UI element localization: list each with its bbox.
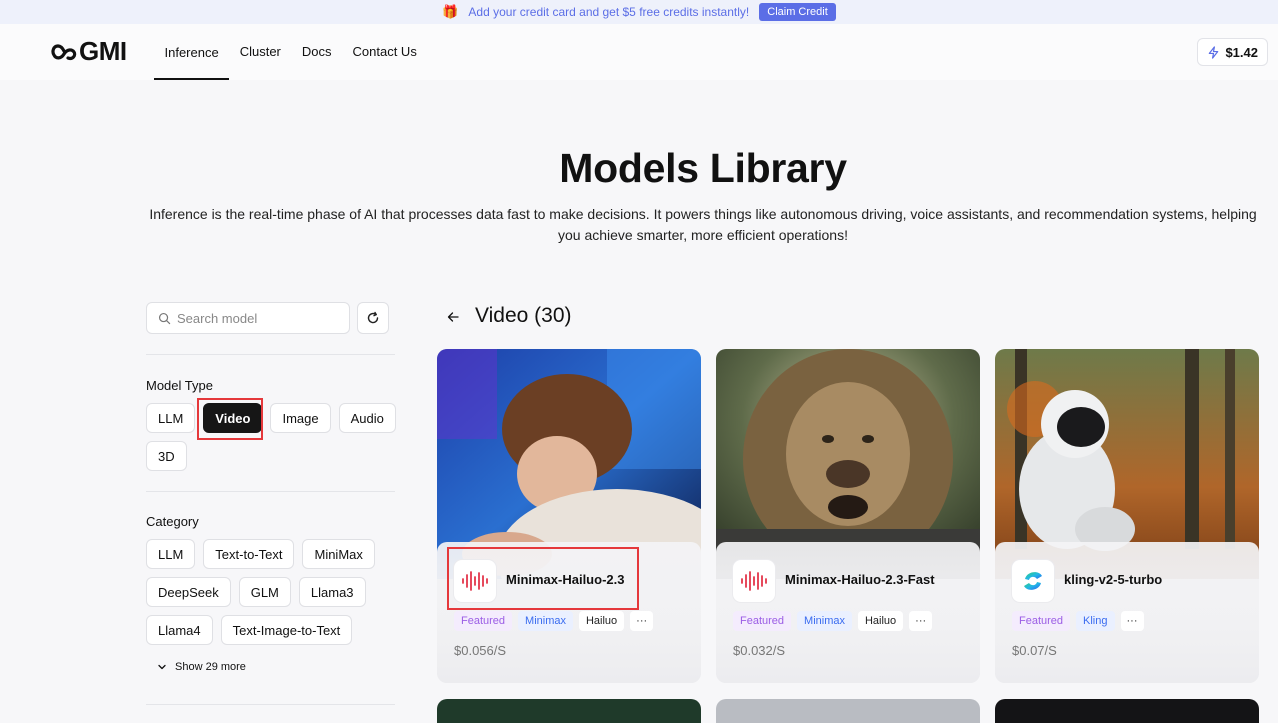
- model-type-label: Model Type: [146, 378, 213, 393]
- model-card[interactable]: Minimax-Hailuo-2.3 Featured Minimax Hail…: [437, 349, 701, 683]
- tag-featured: Featured: [733, 611, 792, 631]
- top-header: GMI Inference Cluster Docs Contact Us $1…: [0, 24, 1278, 80]
- category-deepseek[interactable]: DeepSeek: [146, 577, 231, 607]
- model-card[interactable]: Minimax-Hailuo-2.3-Fast Featured Minimax…: [716, 349, 980, 683]
- category-llama4[interactable]: Llama4: [146, 615, 213, 645]
- model-name: Minimax-Hailuo-2.3-Fast: [785, 572, 935, 587]
- credits-balance-button[interactable]: $1.42: [1197, 38, 1268, 66]
- promo-text: Add your credit card and get $5 free cre…: [468, 5, 750, 19]
- nav-docs[interactable]: Docs: [291, 24, 342, 79]
- page-title: Models Library: [559, 145, 847, 191]
- tag-brand: Minimax: [797, 611, 852, 631]
- model-price: $0.032/S: [733, 643, 786, 658]
- category-label: Category: [146, 514, 199, 529]
- promo-banner: 🎁 Add your credit card and get $5 free c…: [0, 0, 1278, 24]
- search-placeholder: Search model: [177, 310, 258, 326]
- nav-contact-us[interactable]: Contact Us: [342, 24, 427, 79]
- category-chips: LLM Text-to-Text MiniMax DeepSeek GLM Ll…: [146, 539, 398, 645]
- model-type-3d[interactable]: 3D: [146, 441, 187, 471]
- search-icon: [158, 312, 171, 324]
- model-card-partial[interactable]: [995, 699, 1259, 723]
- model-card-info: Minimax-Hailuo-2.3-Fast Featured Minimax…: [716, 542, 980, 683]
- sidebar-divider: [146, 354, 395, 355]
- tag-featured: Featured: [1012, 611, 1071, 631]
- logo-text: GMI: [79, 36, 127, 66]
- category-llama3[interactable]: Llama3: [298, 577, 366, 607]
- gmi-logo-icon: [51, 44, 77, 61]
- model-type-audio[interactable]: Audio: [338, 403, 396, 433]
- model-card-partial[interactable]: [716, 699, 980, 723]
- kling-logo-icon: [1012, 560, 1054, 602]
- more-tags-button[interactable]: ···: [909, 611, 933, 631]
- model-price: $0.056/S: [454, 643, 507, 658]
- model-tags: Featured Minimax Hailuo ···: [733, 611, 933, 631]
- tag-brand: Minimax: [518, 611, 573, 631]
- nav-inference[interactable]: Inference: [154, 24, 230, 80]
- model-name: kling-v2-5-turbo: [1064, 572, 1163, 587]
- model-card[interactable]: kling-v2-5-turbo Featured Kling ··· $0.0…: [995, 349, 1259, 683]
- model-card-info: kling-v2-5-turbo Featured Kling ··· $0.0…: [995, 542, 1259, 683]
- more-tags-button[interactable]: ···: [1120, 611, 1144, 631]
- model-tags: Featured Kling ···: [1012, 611, 1144, 631]
- card-highlight-box: [447, 547, 639, 610]
- model-type-image[interactable]: Image: [270, 403, 331, 433]
- model-price: $0.07/S: [1012, 643, 1057, 658]
- lightning-icon: [1209, 45, 1219, 59]
- page-description: Inference is the real-time phase of AI t…: [149, 206, 1257, 243]
- show-more-label: Show 29 more: [175, 661, 246, 673]
- category-llm[interactable]: LLM: [146, 539, 196, 569]
- model-tags: Featured Minimax Hailuo ···: [454, 611, 654, 631]
- chevron-down-icon: [158, 664, 166, 670]
- gmi-logo[interactable]: GMI: [51, 38, 127, 64]
- category-text-image-to-text[interactable]: Text-Image-to-Text: [220, 615, 353, 645]
- refresh-button[interactable]: [357, 302, 389, 334]
- model-type-llm[interactable]: LLM: [146, 403, 196, 433]
- tag-brand: Kling: [1076, 611, 1115, 631]
- claim-credit-button[interactable]: Claim Credit: [759, 3, 836, 21]
- search-model-input[interactable]: Search model: [146, 302, 350, 334]
- video-highlight-box: [197, 398, 263, 440]
- tag-featured: Featured: [454, 611, 513, 631]
- sidebar-divider: [146, 491, 395, 492]
- soundwave-icon: [733, 560, 775, 602]
- category-glm[interactable]: GLM: [238, 577, 291, 607]
- back-arrow-icon[interactable]: [446, 310, 460, 324]
- model-type-chips: LLM Video Image Audio 3D: [146, 403, 398, 471]
- sidebar-divider: [146, 704, 395, 705]
- section-title: Video (30): [475, 304, 572, 327]
- main-nav: Inference Cluster Docs Contact Us: [154, 24, 427, 80]
- gift-icon: 🎁: [442, 4, 459, 19]
- model-card-partial[interactable]: [437, 699, 701, 723]
- more-tags-button[interactable]: ···: [630, 611, 654, 631]
- show-more-button[interactable]: Show 29 more: [157, 661, 246, 673]
- credits-amount: $1.42: [1225, 44, 1258, 60]
- refresh-icon: [367, 311, 379, 324]
- category-minimax[interactable]: MiniMax: [302, 539, 375, 569]
- nav-cluster[interactable]: Cluster: [229, 24, 291, 79]
- tag-family: Hailuo: [857, 611, 904, 631]
- category-text-to-text[interactable]: Text-to-Text: [203, 539, 295, 569]
- tag-family: Hailuo: [578, 611, 625, 631]
